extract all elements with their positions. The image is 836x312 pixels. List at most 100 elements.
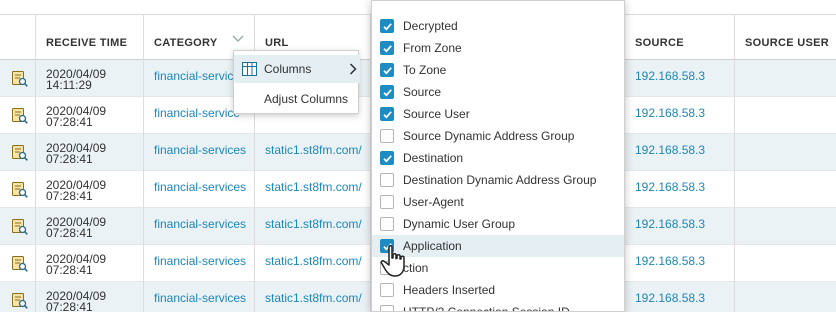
- source-link[interactable]: 192.168.58.3: [625, 171, 735, 208]
- column-option-checkbox[interactable]: [380, 19, 394, 33]
- column-option-checkbox[interactable]: [380, 63, 394, 77]
- detail-cell: [0, 97, 36, 134]
- menu-item-adjust-columns[interactable]: Adjust Columns: [234, 83, 360, 111]
- checkmark-icon: [383, 45, 392, 53]
- detail-cell: [0, 245, 36, 282]
- receive-time: 07:28:41: [46, 152, 93, 166]
- receive-time-cell: 2020/04/09 07:28:41: [36, 97, 144, 134]
- column-option-label: Decrypted: [403, 19, 458, 33]
- source-user-cell: [735, 171, 836, 208]
- category-link[interactable]: financial-services: [144, 245, 255, 282]
- source-link[interactable]: 192.168.58.3: [625, 134, 735, 171]
- source-link[interactable]: 192.168.58.3: [625, 60, 735, 97]
- column-option-label: Destination Dynamic Address Group: [403, 173, 597, 187]
- source-user-cell: [735, 60, 836, 97]
- detail-cell: [0, 171, 36, 208]
- category-link[interactable]: financial-services: [144, 171, 255, 208]
- column-option-checkbox[interactable]: [380, 195, 394, 209]
- url-link[interactable]: static1.st8fm.com/: [255, 171, 371, 208]
- receive-time: 07:28:41: [46, 115, 93, 129]
- column-option-checkbox[interactable]: [380, 173, 394, 187]
- column-option-label: To Zone: [403, 63, 447, 77]
- url-link[interactable]: static1.st8fm.com/: [255, 282, 371, 312]
- header-source[interactable]: SOURCE: [625, 15, 735, 61]
- source-link[interactable]: 192.168.58.3: [625, 282, 735, 312]
- source-user-cell: [735, 208, 836, 245]
- receive-time-cell: 2020/04/09 07:28:41: [36, 245, 144, 282]
- checkmark-icon: [383, 23, 392, 31]
- column-option-checkbox[interactable]: [380, 107, 394, 121]
- detail-cell: [0, 208, 36, 245]
- column-option[interactable]: Headers Inserted: [372, 279, 624, 301]
- column-option[interactable]: Source Dynamic Address Group: [372, 125, 624, 147]
- column-option-label: HTTP/2 Connection Session ID: [403, 305, 570, 312]
- column-option[interactable]: Destination Dynamic Address Group: [372, 169, 624, 191]
- column-option[interactable]: User-Agent: [372, 191, 624, 213]
- detail-cell: [0, 282, 36, 312]
- log-detail-icon[interactable]: [12, 293, 28, 309]
- url-link[interactable]: static1.st8fm.com/: [255, 208, 371, 245]
- source-user-cell: [735, 282, 836, 312]
- source-link[interactable]: 192.168.58.3: [625, 245, 735, 282]
- column-option-label: From Zone: [403, 41, 462, 55]
- column-option[interactable]: HTTP/2 Connection Session ID: [372, 301, 624, 312]
- receive-time: 07:28:41: [46, 300, 93, 312]
- checkmark-icon: [383, 111, 392, 119]
- source-user-cell: [735, 97, 836, 134]
- category-link[interactable]: financial-services: [144, 282, 255, 312]
- source-user-cell: [735, 134, 836, 171]
- column-option-label: Source Dynamic Address Group: [403, 129, 575, 143]
- checkmark-icon: [383, 67, 392, 75]
- column-option-label: Dynamic User Group: [403, 217, 516, 231]
- column-option[interactable]: Destination: [372, 147, 624, 169]
- chevron-right-icon: [349, 63, 357, 75]
- category-link[interactable]: financial-services: [144, 208, 255, 245]
- menu-item-columns-label: Columns: [264, 62, 312, 76]
- menu-item-columns[interactable]: Columns: [234, 55, 360, 83]
- category-link[interactable]: financial-services: [144, 134, 255, 171]
- log-detail-icon[interactable]: [12, 108, 28, 124]
- log-detail-icon[interactable]: [12, 71, 28, 87]
- log-detail-icon[interactable]: [12, 145, 28, 161]
- column-option-checkbox[interactable]: [380, 129, 394, 143]
- menu-item-adjust-columns-label: Adjust Columns: [264, 92, 349, 106]
- hand-pointer-icon: [380, 244, 405, 277]
- column-option[interactable]: To Zone: [372, 59, 624, 81]
- column-option[interactable]: Decrypted: [372, 15, 624, 37]
- header-source-user[interactable]: SOURCE USER: [735, 15, 836, 61]
- column-option[interactable]: From Zone: [372, 37, 624, 59]
- column-option-label: User-Agent: [403, 195, 464, 209]
- column-option[interactable]: Dynamic User Group: [372, 213, 624, 235]
- column-option-checkbox[interactable]: [380, 283, 394, 297]
- chevron-down-icon[interactable]: [232, 35, 244, 43]
- log-detail-icon[interactable]: [12, 219, 28, 235]
- detail-cell: [0, 60, 36, 97]
- receive-time: 07:28:41: [46, 263, 93, 277]
- column-option-checkbox[interactable]: [380, 217, 394, 231]
- url-link[interactable]: static1.st8fm.com/: [255, 134, 371, 171]
- log-detail-icon[interactable]: [12, 256, 28, 272]
- receive-time: 07:28:41: [46, 226, 93, 240]
- receive-time-cell: 2020/04/09 07:28:41: [36, 171, 144, 208]
- column-option-checkbox[interactable]: [380, 85, 394, 99]
- column-option[interactable]: Source User: [372, 103, 624, 125]
- column-option-label: Destination: [403, 151, 464, 165]
- header-receive-time[interactable]: RECEIVE TIME: [36, 15, 144, 61]
- source-link[interactable]: 192.168.58.3: [625, 97, 735, 134]
- source-link[interactable]: 192.168.58.3: [625, 208, 735, 245]
- detail-cell: [0, 134, 36, 171]
- column-option-checkbox[interactable]: [380, 151, 394, 165]
- receive-time-cell: 2020/04/09 14:11:29: [36, 60, 144, 97]
- column-option-label: Headers Inserted: [403, 283, 496, 297]
- url-link[interactable]: static1.st8fm.com/: [255, 245, 371, 282]
- receive-time-cell: 2020/04/09 07:28:41: [36, 134, 144, 171]
- log-detail-icon[interactable]: [12, 182, 28, 198]
- column-option-checkbox[interactable]: [380, 41, 394, 55]
- column-option[interactable]: Source: [372, 81, 624, 103]
- receive-time-cell: 2020/04/09 07:28:41: [36, 208, 144, 245]
- checkmark-icon: [383, 89, 392, 97]
- receive-time-cell: 2020/04/09 07:28:41: [36, 282, 144, 312]
- column-context-menu: Columns Adjust Columns: [233, 50, 360, 114]
- checkmark-icon: [383, 155, 392, 163]
- column-option-checkbox[interactable]: [380, 305, 394, 311]
